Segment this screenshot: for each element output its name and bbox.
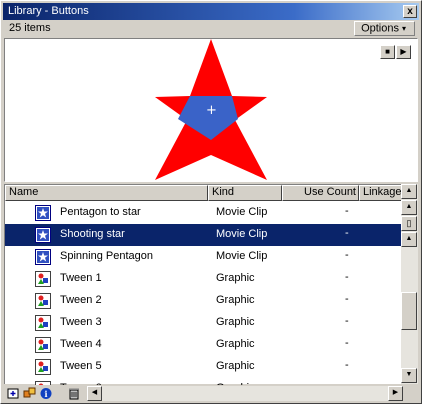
scroll-down-button[interactable]: ▼ — [401, 368, 417, 383]
list-item[interactable]: Tween 3 Graphic - — [5, 312, 403, 334]
symbol-use-count: - — [345, 337, 349, 349]
new-folder-icon[interactable] — [7, 387, 21, 400]
symbol-name: Tween 5 — [60, 360, 102, 372]
symbol-kind: Graphic — [216, 272, 255, 284]
movie-clip-icon — [35, 227, 51, 243]
column-header-linkage[interactable]: Linkage — [359, 185, 402, 201]
play-button[interactable]: ▶ — [396, 45, 411, 59]
options-label: Options — [361, 22, 399, 35]
horizontal-scrollbar[interactable]: ◀ ▶ — [87, 386, 403, 401]
library-toolbar: i ◀ ▶ — [3, 385, 419, 402]
movie-clip-icon — [35, 249, 51, 265]
symbol-kind: Graphic — [216, 316, 255, 328]
graphic-icon — [35, 293, 51, 309]
symbol-kind: Movie Clip — [216, 206, 268, 218]
sort-toggle-button[interactable]: ▲ — [401, 184, 417, 199]
symbol-use-count: - — [345, 315, 349, 327]
stop-button[interactable]: ■ — [380, 45, 395, 59]
list-item[interactable]: Pentagon to star Movie Clip - — [5, 202, 403, 224]
list-item[interactable]: Tween 4 Graphic - — [5, 334, 403, 356]
column-toggle-button[interactable]: ▯ — [401, 216, 417, 231]
symbol-name: Pentagon to star — [60, 206, 141, 218]
column-header-use-count[interactable]: Use Count — [282, 185, 359, 201]
symbol-name: Spinning Pentagon — [60, 250, 153, 262]
library-info-bar: 25 items Options ▾ — [3, 21, 419, 37]
column-header-name[interactable]: Name — [5, 185, 208, 201]
list-item[interactable]: Tween 2 Graphic - — [5, 290, 403, 312]
vertical-scrollbar[interactable]: ▲ ▲ ▯ ▲ ▼ — [401, 184, 418, 384]
scroll-up-button-2[interactable]: ▲ — [401, 232, 417, 247]
symbol-list: Name Kind Use Count Linkage Pentagon to … — [4, 184, 418, 385]
delete-trash-icon[interactable] — [67, 387, 81, 400]
svg-text:i: i — [45, 389, 48, 399]
symbol-use-count: - — [345, 359, 349, 371]
symbol-name: Tween 3 — [60, 316, 102, 328]
window-title: Library - Buttons — [8, 5, 89, 17]
scroll-right-button[interactable]: ▶ — [388, 386, 403, 401]
dropdown-arrow-icon: ▾ — [401, 24, 406, 33]
symbol-name: Shooting star — [60, 228, 125, 240]
symbol-kind: Graphic — [216, 338, 255, 350]
symbol-use-count: - — [345, 249, 349, 261]
options-menu-button[interactable]: Options ▾ — [354, 21, 415, 36]
close-button[interactable]: x — [403, 5, 417, 18]
graphic-icon — [35, 359, 51, 375]
movie-clip-icon — [35, 205, 51, 221]
preview-controls: ■ ▶ — [380, 45, 411, 59]
symbol-kind: Graphic — [216, 294, 255, 306]
list-item[interactable]: Tween 1 Graphic - — [5, 268, 403, 290]
scroll-up-button[interactable]: ▲ — [401, 200, 417, 215]
list-item[interactable]: Shooting star Movie Clip - — [5, 224, 403, 246]
new-symbol-icon[interactable] — [23, 387, 37, 400]
registration-point-icon: + — [206, 103, 217, 118]
graphic-icon — [35, 337, 51, 353]
symbol-rows: Pentagon to star Movie Clip - Shooting star… — [5, 202, 403, 385]
scroll-left-button[interactable]: ◀ — [87, 386, 102, 401]
list-item[interactable]: Tween 5 Graphic - — [5, 356, 403, 378]
symbol-name: Tween 4 — [60, 338, 102, 350]
symbol-kind: Movie Clip — [216, 250, 268, 262]
symbol-kind: Movie Clip — [216, 228, 268, 240]
item-count: 25 items — [9, 22, 51, 34]
properties-icon[interactable]: i — [39, 387, 53, 400]
column-header-kind[interactable]: Kind — [208, 185, 282, 201]
vertical-scroll-thumb[interactable] — [401, 292, 417, 330]
title-bar[interactable]: Library - Buttons x — [3, 3, 419, 20]
symbol-use-count: - — [345, 205, 349, 217]
symbol-use-count: - — [345, 227, 349, 239]
list-item[interactable]: Spinning Pentagon Movie Clip - — [5, 246, 403, 268]
symbol-preview-pane: + ■ ▶ — [4, 38, 418, 182]
graphic-icon — [35, 315, 51, 331]
column-headers: Name Kind Use Count Linkage — [5, 185, 402, 201]
symbol-name: Tween 1 — [60, 272, 102, 284]
library-window: Library - Buttons x 25 items Options ▾ + … — [0, 0, 422, 404]
symbol-use-count: - — [345, 293, 349, 305]
symbol-use-count: - — [345, 271, 349, 283]
symbol-kind: Graphic — [216, 360, 255, 372]
symbol-name: Tween 2 — [60, 294, 102, 306]
star-preview-graphic: + — [155, 39, 267, 180]
list-item[interactable]: Tween 6Graphic- — [5, 378, 403, 385]
graphic-icon — [35, 271, 51, 287]
